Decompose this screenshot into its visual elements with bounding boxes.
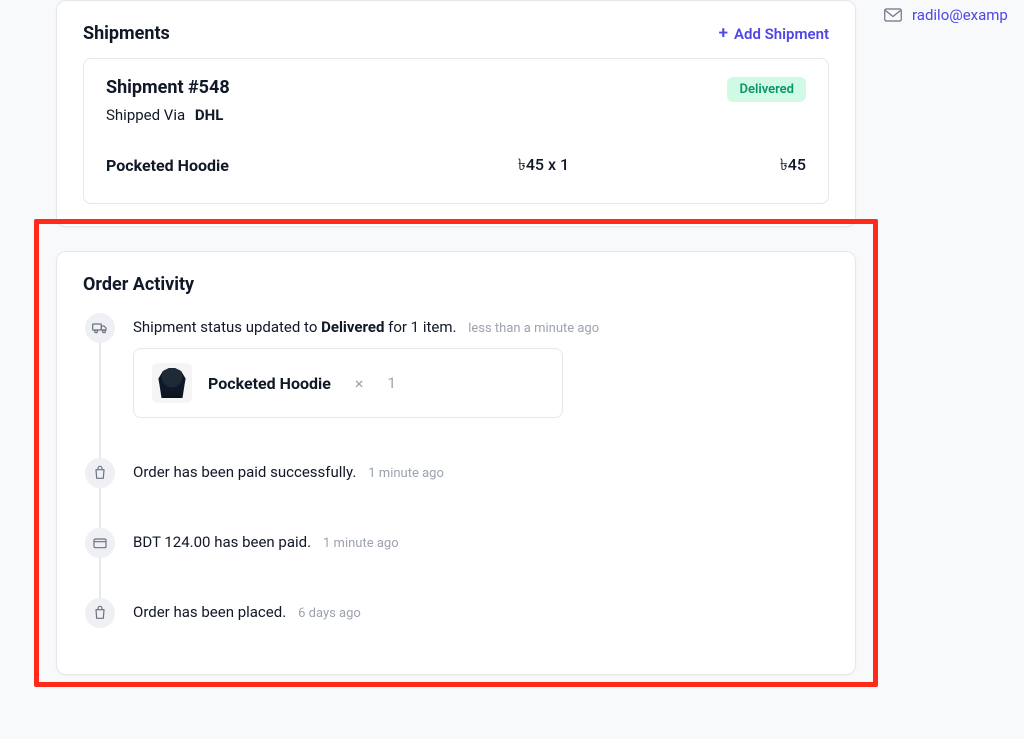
order-activity-card: Order Activity Shipment status updated t…: [56, 251, 856, 675]
bag-icon: [85, 598, 115, 628]
shipment-item-unitqty: ৳45 x 1: [474, 152, 614, 179]
product-name: Pocketed Hoodie: [208, 374, 331, 393]
activity-time: 1 minute ago: [323, 536, 399, 551]
shipment-item-row: Pocketed Hoodie ৳45 x 1 ৳45: [106, 152, 806, 179]
add-shipment-button[interactable]: + Add Shipment: [719, 25, 829, 43]
shipment-via-label: Shipped Via: [106, 106, 185, 124]
truck-icon: [85, 313, 115, 343]
activity-item: Shipment status updated to Delivered for…: [85, 313, 829, 418]
activity-time: 6 days ago: [298, 606, 361, 621]
order-activity-title: Order Activity: [83, 274, 829, 295]
shipment-via: Shipped Via DHL: [106, 106, 230, 124]
status-badge: Delivered: [727, 77, 806, 102]
bag-icon: [85, 458, 115, 488]
activity-item: Order has been placed. 6 days ago: [85, 598, 829, 628]
activity-time: 1 minute ago: [368, 466, 444, 481]
activity-text: Order has been placed.: [133, 603, 286, 621]
activity-timeline: Shipment status updated to Delivered for…: [85, 313, 829, 628]
mail-icon: [884, 8, 902, 22]
shipment-carrier: DHL: [195, 106, 223, 124]
plus-icon: +: [719, 25, 728, 42]
activity-product-card: Pocketed Hoodie × 1: [133, 348, 563, 418]
shipment-item-total: ৳45: [666, 152, 806, 179]
customer-email-link[interactable]: radilo@examp: [884, 6, 1008, 24]
shipments-title: Shipments: [83, 23, 170, 44]
shipments-card: Shipments + Add Shipment Shipment #548 S…: [56, 0, 856, 227]
product-thumb: [152, 363, 192, 403]
activity-item: Order has been paid successfully. 1 minu…: [85, 458, 829, 488]
customer-email-text: radilo@examp: [912, 6, 1008, 24]
activity-text: BDT 124.00 has been paid.: [133, 533, 311, 551]
product-qty: 1: [387, 374, 395, 392]
shipment-item-name: Pocketed Hoodie: [106, 156, 421, 175]
activity-text: Order has been paid successfully.: [133, 463, 356, 481]
activity-item: BDT 124.00 has been paid. 1 minute ago: [85, 528, 829, 558]
activity-time: less than a minute ago: [468, 321, 599, 336]
shipment-title: Shipment #548: [106, 77, 230, 98]
activity-text: Shipment status updated to Delivered for…: [133, 318, 460, 336]
wallet-icon: [85, 528, 115, 558]
shipment-box: Shipment #548 Shipped Via DHL Delivered …: [83, 58, 829, 204]
add-shipment-label: Add Shipment: [734, 25, 829, 43]
product-separator-icon: ×: [355, 374, 364, 393]
hoodie-icon: [157, 368, 187, 398]
